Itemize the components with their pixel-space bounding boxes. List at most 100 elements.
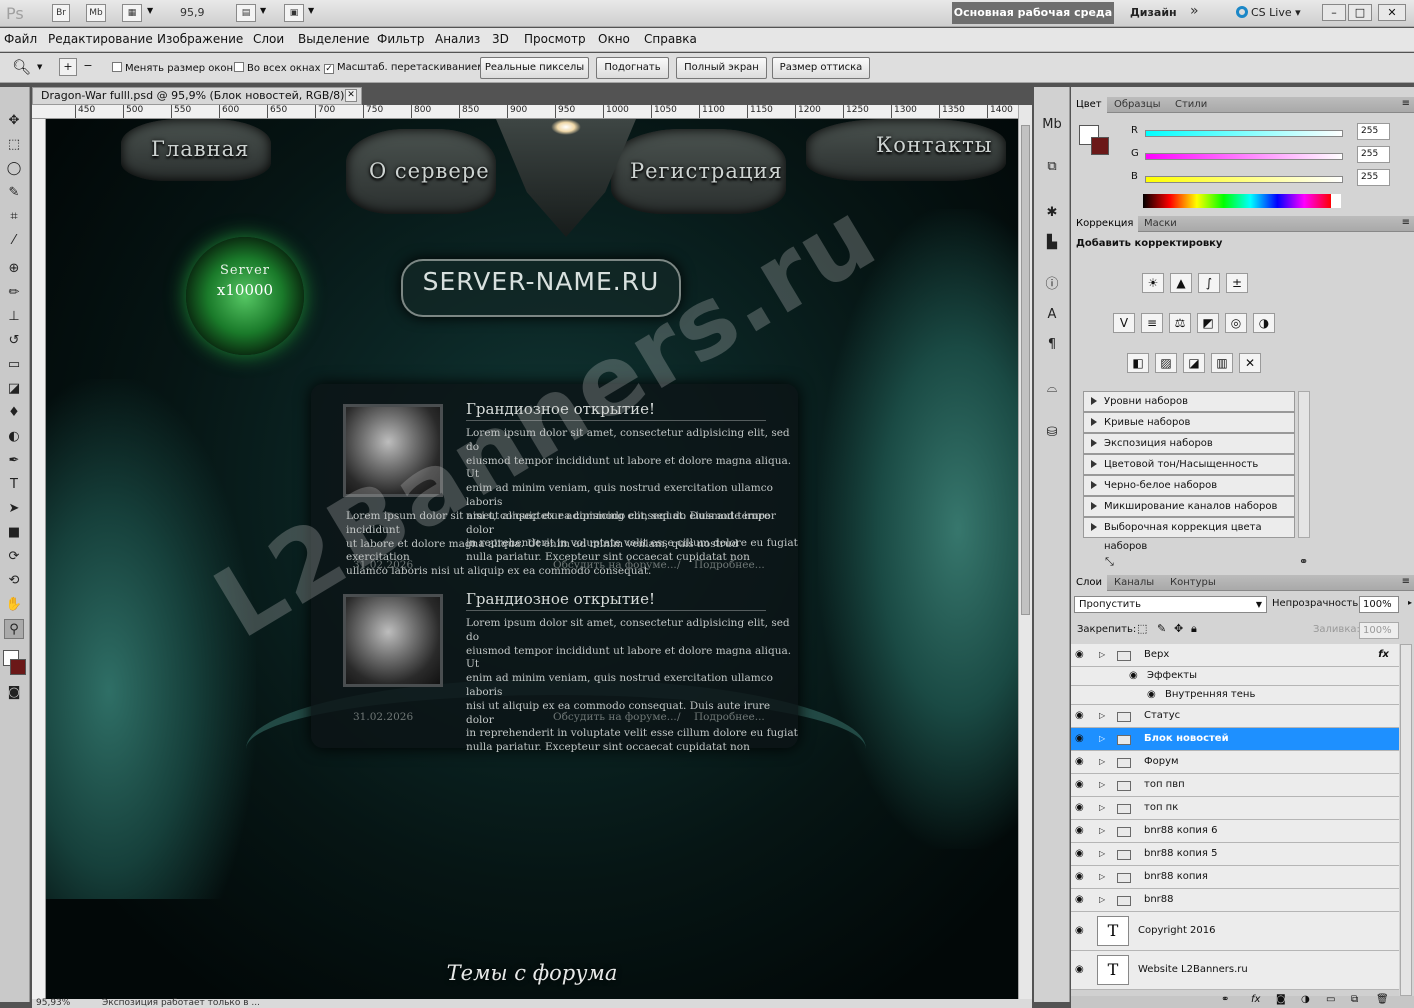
- eye-icon[interactable]: ◉: [1075, 889, 1089, 911]
- expand-icon[interactable]: ▷: [1099, 774, 1105, 796]
- layer-row-selected[interactable]: ◉ ▷ Блок новостей: [1071, 728, 1399, 751]
- history-brush-tool-icon[interactable]: ↺: [4, 331, 24, 351]
- resize-windows-checkbox[interactable]: Менять размер окон: [112, 62, 233, 74]
- hue-saturation-icon[interactable]: ≡: [1141, 313, 1163, 333]
- character-icon[interactable]: A: [1042, 305, 1062, 325]
- color-spectrum[interactable]: [1143, 194, 1341, 208]
- menu-select[interactable]: Выделение: [298, 32, 369, 46]
- expand-icon[interactable]: ▷: [1099, 820, 1105, 842]
- eye-icon[interactable]: ◉: [1075, 705, 1089, 727]
- eye-icon[interactable]: ◉: [1075, 728, 1089, 750]
- layer-row[interactable]: ◉ ▷ Статус: [1071, 705, 1399, 728]
- 3d-panel-icon[interactable]: ⌓: [1042, 379, 1062, 399]
- layer-row[interactable]: ◉ ▷ Форум: [1071, 751, 1399, 774]
- site-logo[interactable]: SERVER-NAME.RU: [401, 267, 681, 296]
- slider-value[interactable]: 255: [1357, 123, 1390, 140]
- chevron-down-icon[interactable]: ▼: [147, 6, 153, 15]
- zoom-in-icon[interactable]: +: [59, 58, 77, 76]
- navigator-icon[interactable]: ✱: [1042, 203, 1062, 223]
- layer-row[interactable]: ◉ ▷ bnr88 копия 6: [1071, 820, 1399, 843]
- layer-row[interactable]: ◉ ▷ bnr88: [1071, 889, 1399, 912]
- chevron-down-icon[interactable]: ▼: [37, 63, 42, 71]
- posterize-icon[interactable]: ▨: [1155, 353, 1177, 373]
- panel-menu-icon[interactable]: ≡: [1402, 217, 1410, 228]
- hand-tool-icon[interactable]: ✋: [4, 595, 24, 615]
- color-balance-icon[interactable]: ⚖: [1169, 313, 1191, 333]
- layer-effect-row[interactable]: ◉ Внутренняя тень: [1071, 686, 1399, 705]
- menu-help[interactable]: Справка: [644, 32, 697, 46]
- expand-icon[interactable]: ▷: [1099, 797, 1105, 819]
- preset-selective-color[interactable]: Выборочная коррекция цвета наборов: [1083, 517, 1295, 552]
- selective-color-icon[interactable]: ✕: [1239, 353, 1261, 373]
- fill-field[interactable]: 100%: [1359, 622, 1399, 639]
- dodge-tool-icon[interactable]: ◐: [4, 427, 24, 447]
- nav-home-link[interactable]: Главная: [151, 137, 249, 161]
- gradient-map-icon[interactable]: ▥: [1211, 353, 1233, 373]
- tab-styles[interactable]: Стили: [1170, 97, 1212, 113]
- tab-masks[interactable]: Маски: [1139, 216, 1182, 232]
- all-windows-checkbox[interactable]: Во всех окнах: [234, 62, 321, 74]
- expand-view-icon[interactable]: ⤡: [1105, 555, 1114, 569]
- history-icon[interactable]: ⧉: [1042, 157, 1062, 177]
- menu-edit[interactable]: Редактирование: [48, 32, 153, 46]
- menu-filter[interactable]: Фильтр: [377, 32, 424, 46]
- lock-pixels-icon[interactable]: ✎: [1157, 622, 1166, 635]
- tab-layers[interactable]: Слои: [1071, 575, 1107, 591]
- panel-menu-icon[interactable]: ≡: [1402, 98, 1410, 109]
- eye-icon[interactable]: ◉: [1129, 667, 1138, 685]
- mini-bridge-button[interactable]: Mb: [86, 4, 106, 22]
- menu-file[interactable]: Файл: [4, 32, 37, 46]
- clip-layer-icon[interactable]: ⚭: [1299, 555, 1308, 568]
- expand-icon[interactable]: ▷: [1099, 751, 1105, 773]
- clone-stamp-tool-icon[interactable]: ⊥: [4, 307, 24, 327]
- fit-screen-button[interactable]: Подогнать: [596, 57, 669, 79]
- news-more-link[interactable]: Подробнее...: [694, 559, 765, 571]
- view-extras-button[interactable]: ▦: [122, 4, 142, 22]
- healing-brush-tool-icon[interactable]: ⊕: [4, 259, 24, 279]
- background-color-swatch[interactable]: [10, 659, 26, 675]
- presets-scrollbar[interactable]: [1298, 391, 1310, 538]
- eye-icon[interactable]: ◉: [1075, 751, 1089, 773]
- 3d-orbit-tool-icon[interactable]: ⟲: [4, 571, 24, 591]
- layer-effects-row[interactable]: ◉ Эффекты: [1071, 667, 1399, 686]
- menu-view[interactable]: Просмотр: [524, 32, 586, 46]
- slider-track[interactable]: [1145, 153, 1343, 160]
- lock-transparency-icon[interactable]: ⬚: [1137, 622, 1147, 635]
- vertical-scrollbar[interactable]: [1018, 105, 1032, 999]
- add-mask-icon[interactable]: ◙: [1276, 994, 1286, 1005]
- channel-mixer-icon[interactable]: ◑: [1253, 313, 1275, 333]
- nav-about-link[interactable]: О сервере: [369, 159, 490, 183]
- layer-row[interactable]: ◉ ▷ Верх fx: [1071, 644, 1399, 667]
- nav-register-link[interactable]: Регистрация: [630, 159, 783, 183]
- news-title[interactable]: Грандиозное открытие!: [466, 590, 766, 611]
- expand-icon[interactable]: ▷: [1099, 705, 1105, 727]
- slider-value[interactable]: 255: [1357, 146, 1390, 163]
- layers-scrollbar[interactable]: [1400, 644, 1412, 996]
- marquee-tool-icon[interactable]: ⬚: [4, 135, 24, 155]
- eye-icon[interactable]: ◉: [1147, 686, 1156, 704]
- preset-hue-saturation[interactable]: Цветовой тон/Насыщенность наборов: [1083, 454, 1295, 489]
- tab-color[interactable]: Цвет: [1071, 97, 1107, 113]
- menu-analysis[interactable]: Анализ: [435, 32, 480, 46]
- expand-icon[interactable]: ▷: [1099, 889, 1105, 911]
- workspace-design-button[interactable]: Дизайн: [1130, 6, 1177, 19]
- eye-icon[interactable]: ◉: [1075, 951, 1089, 989]
- color-bg-swatch[interactable]: [1091, 137, 1109, 155]
- tab-paths[interactable]: Контуры: [1165, 575, 1221, 591]
- tab-adjustments[interactable]: Коррекция: [1071, 216, 1139, 232]
- move-tool-icon[interactable]: ✥: [4, 111, 24, 131]
- scrollbar-thumb[interactable]: [1021, 125, 1030, 615]
- eraser-tool-icon[interactable]: ▭: [4, 355, 24, 375]
- shape-tool-icon[interactable]: ■: [4, 523, 24, 543]
- document-canvas[interactable]: Главная О сервере Регистрация Контакты S…: [46, 119, 1018, 999]
- menu-3d[interactable]: 3D: [492, 32, 509, 46]
- eye-icon[interactable]: ◉: [1075, 797, 1089, 819]
- document-tab[interactable]: Dragon-War fulll.psd @ 95,9% (Блок новос…: [32, 87, 362, 105]
- type-tool-icon[interactable]: T: [4, 475, 24, 495]
- opacity-field[interactable]: 100%: [1359, 596, 1399, 613]
- photo-filter-icon[interactable]: ◎: [1225, 313, 1247, 333]
- expand-icon[interactable]: ▷: [1099, 843, 1105, 865]
- gradient-tool-icon[interactable]: ◪: [4, 379, 24, 399]
- info-icon[interactable]: ⓘ: [1042, 275, 1062, 295]
- lasso-tool-icon[interactable]: ◯: [4, 159, 24, 179]
